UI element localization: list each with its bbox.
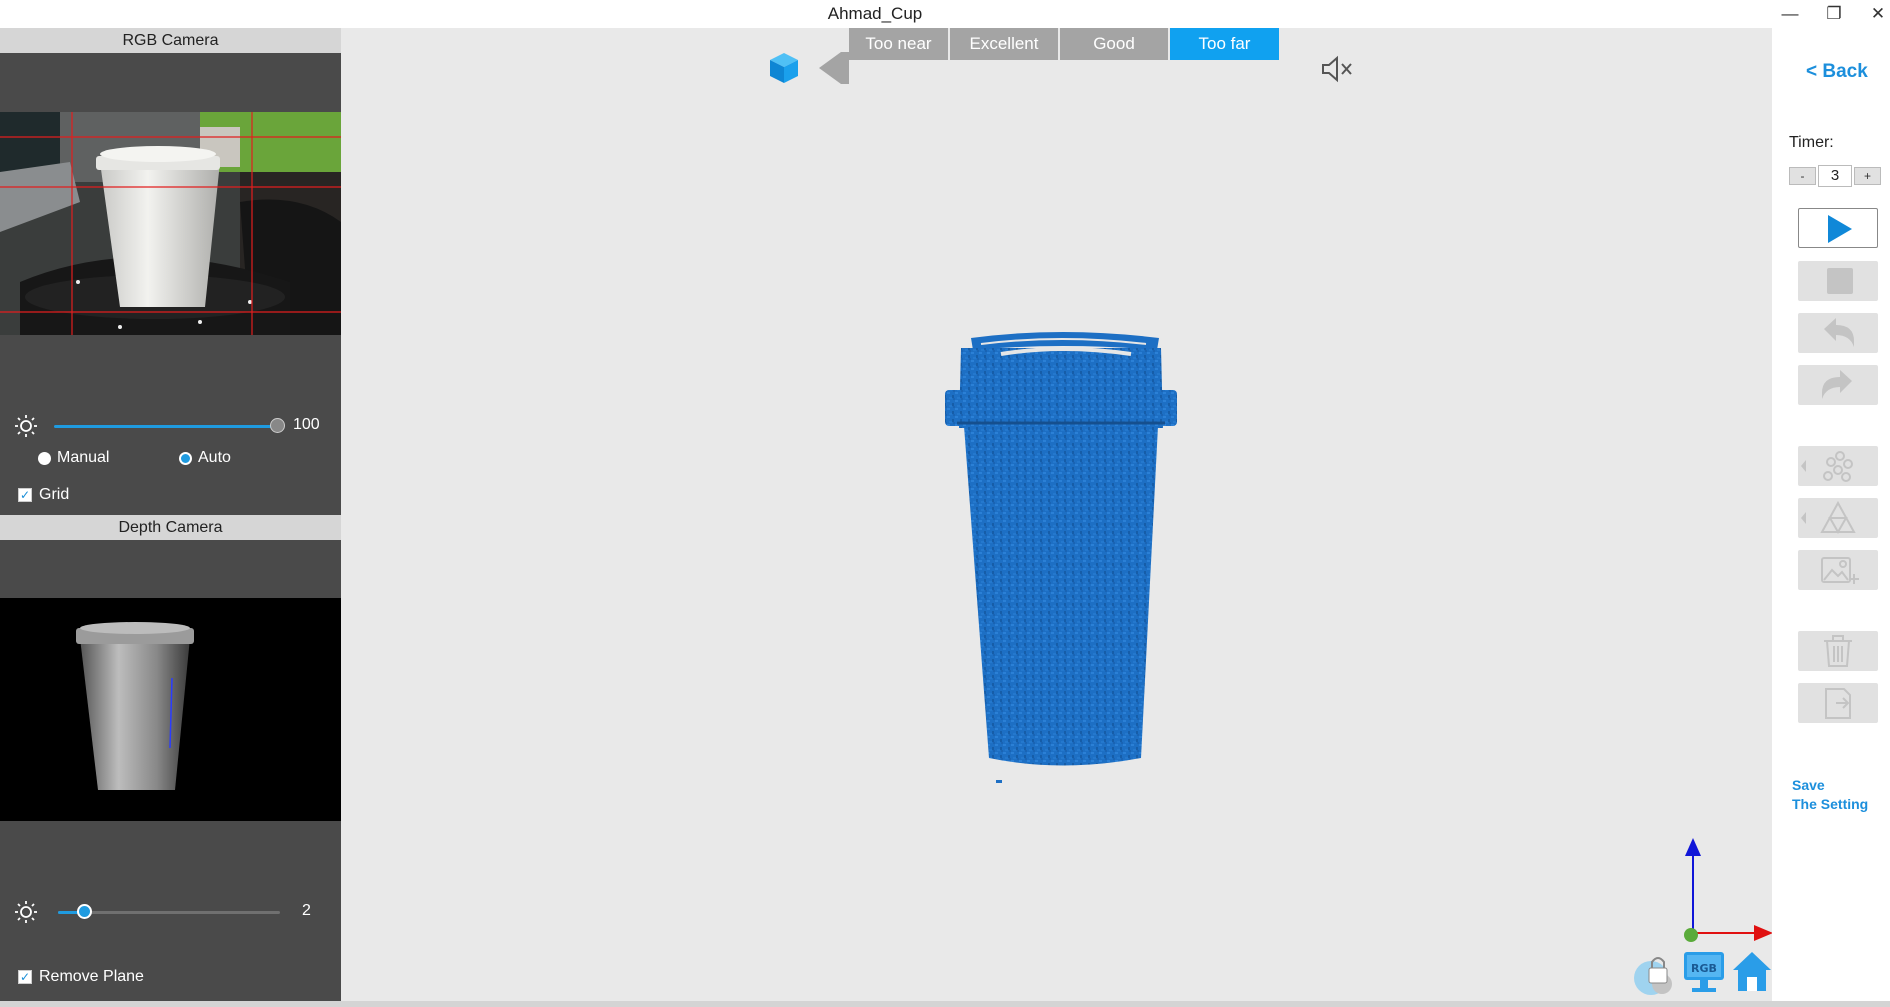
brightness-icon: [15, 415, 37, 437]
mute-icon[interactable]: [1320, 55, 1354, 83]
depth-camera-image: [0, 598, 341, 821]
restore-button[interactable]: ❐: [1814, 2, 1854, 26]
delete-button[interactable]: [1798, 631, 1878, 671]
texture-button[interactable]: [1798, 550, 1878, 590]
undo-button[interactable]: [1798, 313, 1878, 353]
save-setting-line1: Save: [1792, 777, 1825, 793]
grid-label: Grid: [39, 486, 70, 503]
auto-radio[interactable]: [179, 452, 192, 465]
grid-row: ✓ Grid: [0, 486, 341, 510]
stop-icon: [1827, 268, 1853, 294]
mesh-icon: [1801, 500, 1856, 535]
distance-too-near: Too near: [849, 28, 948, 60]
depth-brightness-knob[interactable]: [77, 904, 92, 919]
depth-camera-feed: [0, 598, 341, 821]
title-bar: Ahmad_Cup — ❐ ✕: [0, 0, 1890, 28]
window-title: Ahmad_Cup: [827, 4, 923, 23]
point-cloud-icon: [1801, 451, 1853, 482]
manual-radio[interactable]: [38, 452, 51, 465]
brightness-icon: [15, 901, 37, 923]
redo-button[interactable]: [1798, 365, 1878, 405]
export-icon: [1825, 688, 1851, 719]
axis-gizmo: [1684, 838, 1773, 942]
depth-camera-header: Depth Camera: [0, 515, 341, 540]
start-scan-button[interactable]: [1798, 208, 1878, 248]
grid-checkbox[interactable]: ✓: [18, 488, 32, 502]
redo-icon: [1822, 370, 1852, 399]
back-button[interactable]: < Back: [1806, 61, 1868, 83]
timer-label: Timer:: [1789, 134, 1834, 151]
depth-brightness-value: 2: [302, 902, 311, 919]
distance-too-far: Too far: [1170, 28, 1279, 60]
save-setting-line2: The Setting: [1792, 796, 1869, 812]
auto-label: Auto: [198, 449, 231, 466]
close-button[interactable]: ✕: [1858, 2, 1890, 26]
scanned-model: [945, 332, 1177, 766]
trash-icon: [1824, 635, 1852, 667]
rgb-brightness-row: 100: [0, 412, 341, 442]
play-icon: [1828, 215, 1852, 243]
3d-viewport[interactable]: Too near Excellent Good Too far RGB: [341, 28, 1775, 1002]
rgb-brightness-value: 100: [293, 416, 320, 433]
rgb-monitor-icon[interactable]: RGB: [1681, 948, 1727, 996]
timer-decrement-button[interactable]: -: [1789, 167, 1816, 185]
distance-arrow-icon: [819, 52, 849, 84]
remove-plane-checkbox[interactable]: ✓: [18, 970, 32, 984]
timer-value-input[interactable]: 3: [1818, 165, 1852, 187]
rgb-badge-text: RGB: [1691, 962, 1717, 975]
point-cloud-button[interactable]: [1798, 446, 1878, 486]
stray-point: [996, 780, 1002, 783]
timer-increment-button[interactable]: +: [1854, 167, 1881, 185]
distance-excellent: Excellent: [950, 28, 1058, 60]
status-strip: [0, 1001, 1890, 1007]
rgb-camera-feed: [0, 112, 341, 335]
depth-brightness-row: 2: [0, 898, 341, 928]
lock-icon[interactable]: [1629, 948, 1679, 998]
camera-panel: RGB Camera 100 Manual Auto ✓ Grid Depth …: [0, 28, 341, 1002]
undo-icon: [1824, 318, 1854, 347]
rgb-brightness-slider[interactable]: [54, 425, 278, 428]
export-button[interactable]: [1798, 683, 1878, 723]
manual-label: Manual: [57, 449, 110, 466]
stop-button[interactable]: [1798, 261, 1878, 301]
distance-good: Good: [1060, 28, 1168, 60]
cube-icon[interactable]: [768, 51, 800, 85]
rgb-camera-image: [0, 112, 341, 335]
rgb-camera-header: RGB Camera: [0, 28, 341, 53]
remove-plane-label: Remove Plane: [39, 968, 144, 985]
mesh-button[interactable]: [1798, 498, 1878, 538]
tool-panel: < Back Timer: - 3 + Save The Setting: [1772, 28, 1890, 1002]
remove-plane-row: ✓ Remove Plane: [0, 968, 341, 992]
rgb-brightness-knob[interactable]: [270, 418, 285, 433]
minimize-button[interactable]: —: [1770, 2, 1810, 26]
exposure-mode-row: Manual Auto: [0, 448, 341, 472]
save-setting-button[interactable]: Save The Setting: [1792, 776, 1868, 814]
add-image-icon: [1821, 557, 1859, 584]
home-icon[interactable]: [1729, 948, 1775, 996]
